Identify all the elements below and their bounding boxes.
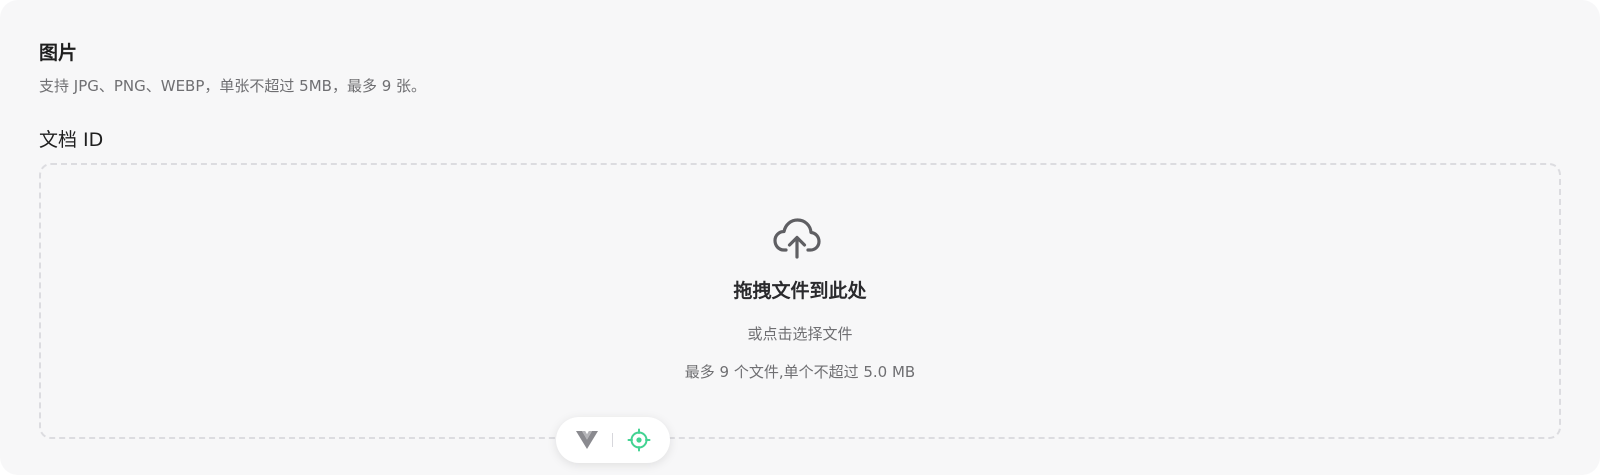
dropzone-title: 拖拽文件到此处 bbox=[733, 280, 867, 302]
images-section-title: 图片 bbox=[39, 42, 78, 64]
upload-panel: 图片 支持 JPG、PNG、WEBP，单张不超过 5MB，最多 9 张。 文档 … bbox=[0, 0, 1600, 475]
vue-devtools-pill bbox=[556, 417, 670, 463]
target-icon[interactable] bbox=[627, 428, 651, 452]
doc-id-label: 文档 ID bbox=[39, 129, 104, 151]
cloud-upload-icon bbox=[773, 218, 821, 259]
pill-divider bbox=[612, 433, 613, 447]
images-section-description: 支持 JPG、PNG、WEBP，单张不超过 5MB，最多 9 张。 bbox=[39, 77, 427, 95]
dropzone-limit-text: 最多 9 个文件,单个不超过 5.0 MB bbox=[684, 363, 916, 381]
vue-icon[interactable] bbox=[575, 430, 599, 450]
dropzone-subtitle[interactable]: 或点击选择文件 bbox=[0, 324, 1600, 344]
